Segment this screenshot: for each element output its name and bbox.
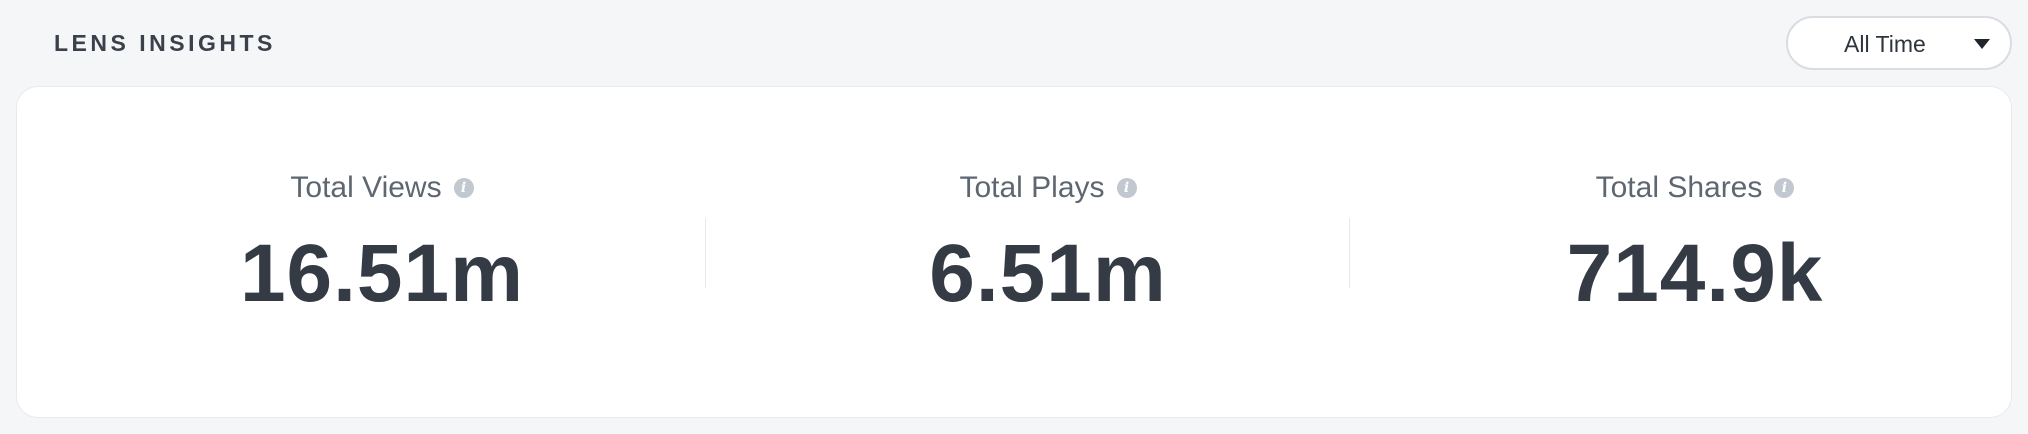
metric-value: 6.51m [929, 228, 1167, 319]
section-title: LENS INSIGHTS [54, 30, 276, 56]
metric-divider [705, 218, 706, 288]
time-range-dropdown[interactable]: All Time [1786, 16, 2012, 70]
metrics-card: Total Views i 16.51m Total Plays i 6.51m… [16, 86, 2012, 418]
info-icon[interactable]: i [453, 178, 474, 198]
header: LENS INSIGHTS All Time [0, 0, 2028, 86]
info-icon[interactable]: i [1116, 178, 1137, 198]
info-icon[interactable]: i [1774, 178, 1795, 198]
metric-label-row: Total Plays i [813, 171, 1283, 205]
metric-label: Total Shares [1595, 171, 1763, 204]
metric-label: Total Plays [959, 171, 1105, 204]
metric-label: Total Views [290, 171, 442, 204]
metric-total-plays: Total Plays i 6.51m [813, 87, 1283, 419]
metric-value: 714.9k [1566, 228, 1824, 319]
metric-label-row: Total Views i [147, 171, 617, 205]
caret-down-icon [1974, 39, 1990, 49]
metric-label-row: Total Shares i [1460, 171, 1930, 205]
metric-total-views: Total Views i 16.51m [147, 87, 617, 419]
metric-value: 16.51m [239, 228, 525, 319]
metric-divider [1349, 218, 1350, 288]
time-range-selected-value: All Time [1844, 31, 1926, 57]
metric-total-shares: Total Shares i 714.9k [1460, 87, 1930, 419]
